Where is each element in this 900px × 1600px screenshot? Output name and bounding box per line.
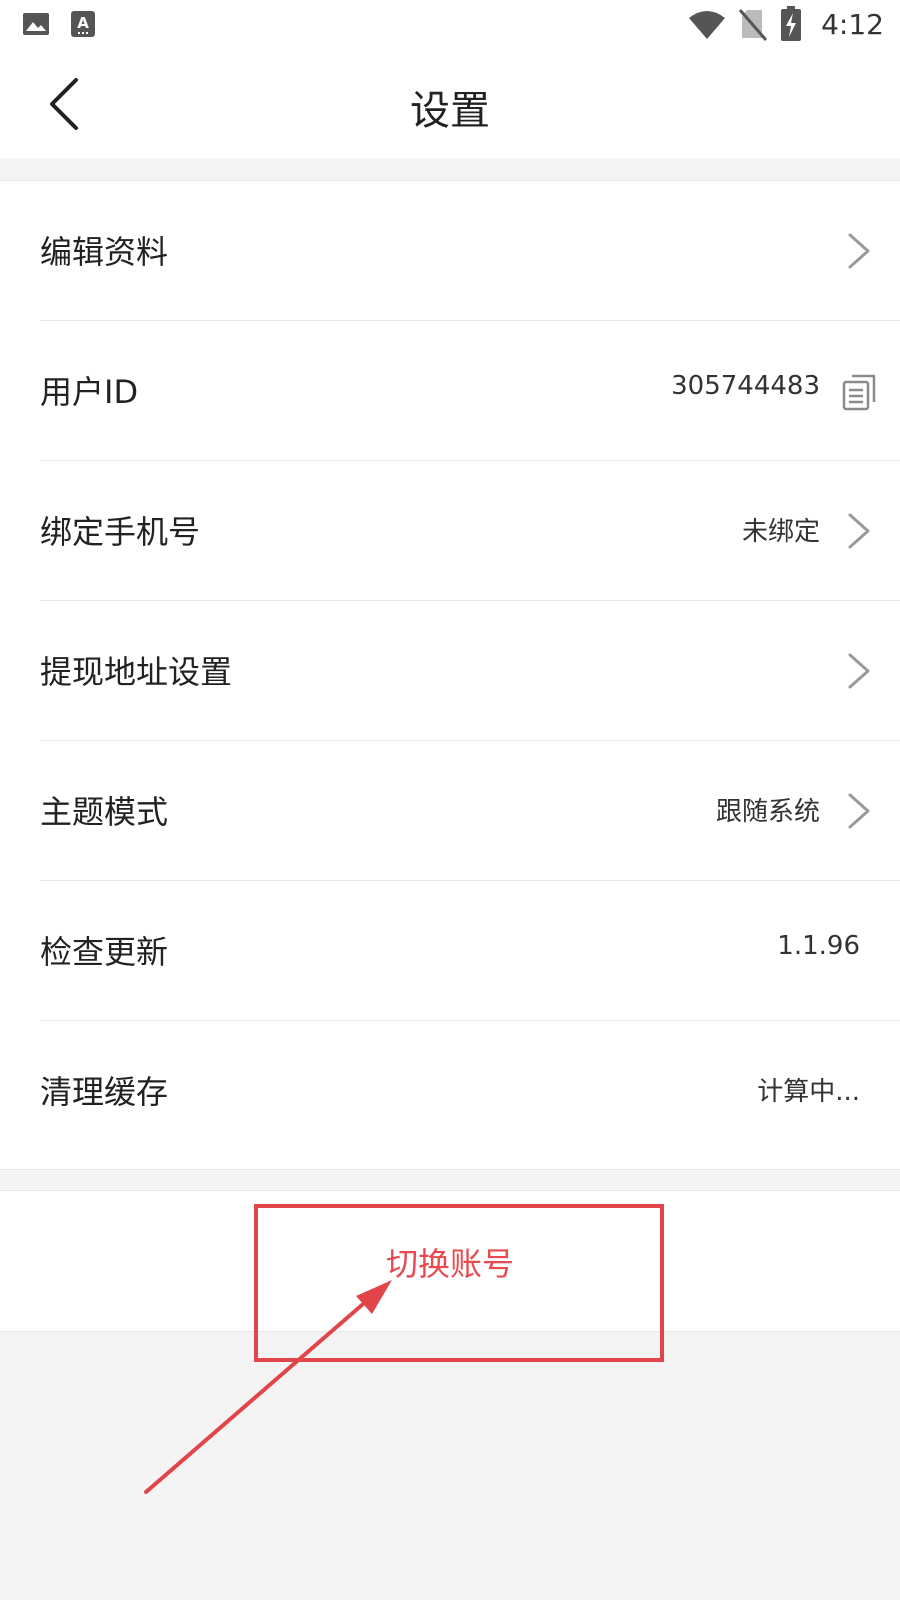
- settings-list: 编辑资料 用户ID 305744483 绑定手机号 未绑定 提现地址设置 主题模…: [0, 180, 900, 1170]
- header: 设置: [0, 50, 900, 158]
- settings-row-theme-mode[interactable]: 主题模式 跟随系统: [0, 741, 900, 881]
- row-label: 主题模式: [40, 793, 169, 831]
- text-a-icon: A: [71, 11, 95, 37]
- row-label: 用户ID: [40, 373, 139, 411]
- svg-text:A: A: [77, 14, 89, 32]
- no-sim-icon: [738, 9, 768, 41]
- row-label: 检查更新: [40, 933, 169, 971]
- row-label: 编辑资料: [40, 233, 169, 271]
- row-label: 清理缓存: [40, 1073, 169, 1111]
- wifi-icon: [689, 11, 725, 39]
- settings-row-withdraw-address[interactable]: 提现地址设置: [0, 601, 900, 741]
- status-time: 4:12: [821, 8, 884, 41]
- image-icon: [23, 13, 49, 35]
- chevron-right-icon: [848, 233, 870, 269]
- settings-row-clear-cache[interactable]: 清理缓存 计算中...: [0, 1021, 900, 1161]
- chevron-right-icon: [848, 793, 870, 829]
- switch-account-label: 切换账号: [385, 1245, 514, 1283]
- theme-mode-value: 跟随系统: [715, 797, 820, 827]
- settings-row-edit-profile[interactable]: 编辑资料: [0, 181, 900, 321]
- copy-icon[interactable]: [842, 373, 878, 411]
- settings-row-bind-phone[interactable]: 绑定手机号 未绑定: [0, 461, 900, 601]
- switch-account-button[interactable]: 切换账号: [0, 1190, 900, 1332]
- user-id-value: 305744483: [671, 371, 820, 401]
- battery-charging-icon: [781, 6, 801, 41]
- bind-phone-status: 未绑定: [741, 517, 820, 547]
- chevron-right-icon: [848, 653, 870, 689]
- settings-row-check-update[interactable]: 检查更新 1.1.96: [0, 881, 900, 1021]
- row-label: 提现地址设置: [40, 653, 233, 691]
- version-value: 1.1.96: [777, 931, 860, 961]
- chevron-right-icon: [848, 513, 870, 549]
- row-label: 绑定手机号: [40, 513, 201, 551]
- cache-size-value: 计算中...: [757, 1077, 860, 1107]
- settings-row-user-id[interactable]: 用户ID 305744483: [0, 321, 900, 461]
- page-title: 设置: [410, 88, 490, 134]
- status-bar: A 4:12: [0, 0, 900, 50]
